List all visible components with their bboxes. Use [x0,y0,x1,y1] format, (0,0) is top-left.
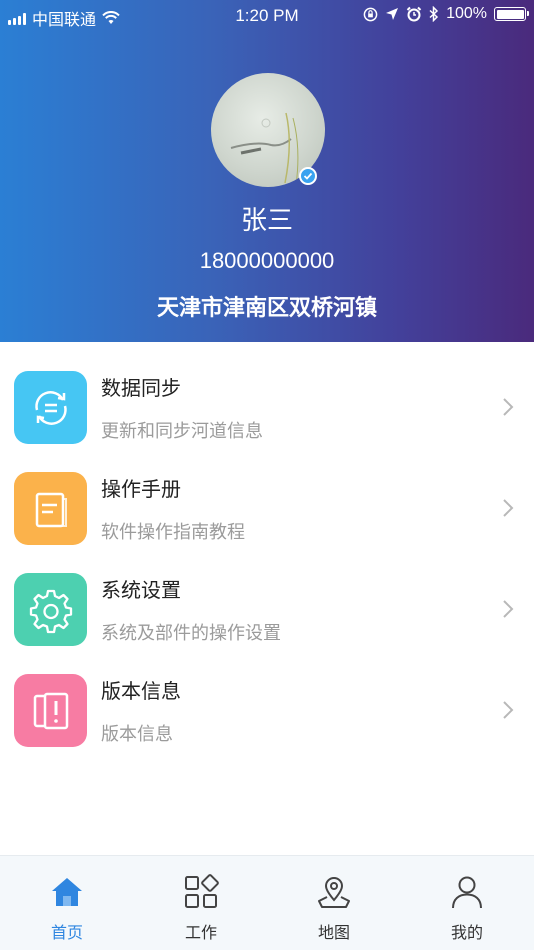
apps-grid-icon [185,874,219,908]
bottom-tab-bar: 首页 工作 地图 我的 [0,855,534,950]
battery-percent: 100% [446,5,487,22]
menu-item-subtitle: 版本信息 [101,724,173,744]
chevron-right-icon [503,600,514,618]
status-bar: 中国联通 1:20 PM 100% [0,0,534,32]
menu-item-subtitle: 软件操作指南教程 [101,522,245,542]
menu-item-data-sync[interactable]: 数据同步 更新和同步河道信息 [0,342,534,444]
tab-label: 地图 [317,925,350,942]
tab-mine[interactable]: 我的 [400,856,534,950]
version-info-icon [14,674,87,747]
user-name: 张三 [240,205,293,235]
menu-item-title: 操作手册 [101,479,181,501]
tab-label: 首页 [50,925,83,942]
location-arrow-icon [386,8,399,20]
tab-label: 我的 [450,925,483,942]
menu-item-subtitle: 系统及部件的操作设置 [101,623,281,643]
chevron-right-icon [503,499,514,517]
tab-map[interactable]: 地图 [267,856,401,950]
user-icon [452,876,482,909]
user-phone: 18000000000 [199,248,335,273]
tab-work[interactable]: 工作 [134,856,268,950]
menu-item-system-settings[interactable]: 系统设置 系统及部件的操作设置 [0,544,534,646]
orientation-lock-icon [363,7,378,21]
menu-item-manual[interactable]: 操作手册 软件操作指南教程 [0,443,534,545]
map-pin-icon [318,877,350,908]
menu-item-subtitle: 更新和同步河道信息 [101,421,263,441]
menu-item-version-info[interactable]: 版本信息 版本信息 [0,645,534,747]
tab-label: 工作 [184,925,217,942]
gear-icon [14,573,87,646]
user-address: 天津市津南区双桥河镇 [156,295,377,320]
chevron-right-icon [503,701,514,719]
profile-header: 中国联通 1:20 PM 100% 张三 18000000000 天津市津南区双… [0,0,534,342]
bluetooth-icon [429,6,439,22]
battery-icon [494,7,529,21]
menu-item-title: 系统设置 [101,580,181,602]
manual-icon [14,472,87,545]
menu-item-title: 数据同步 [101,378,181,400]
verified-check-icon [299,167,317,185]
sync-icon [14,371,87,444]
menu-item-title: 版本信息 [101,681,181,703]
home-icon [52,878,82,906]
settings-menu: 数据同步 更新和同步河道信息 操作手册 软件操作指南教程 系统设置 系统及部件的… [0,342,534,747]
tab-home[interactable]: 首页 [0,856,134,950]
alarm-icon [406,6,422,22]
chevron-right-icon [503,398,514,416]
